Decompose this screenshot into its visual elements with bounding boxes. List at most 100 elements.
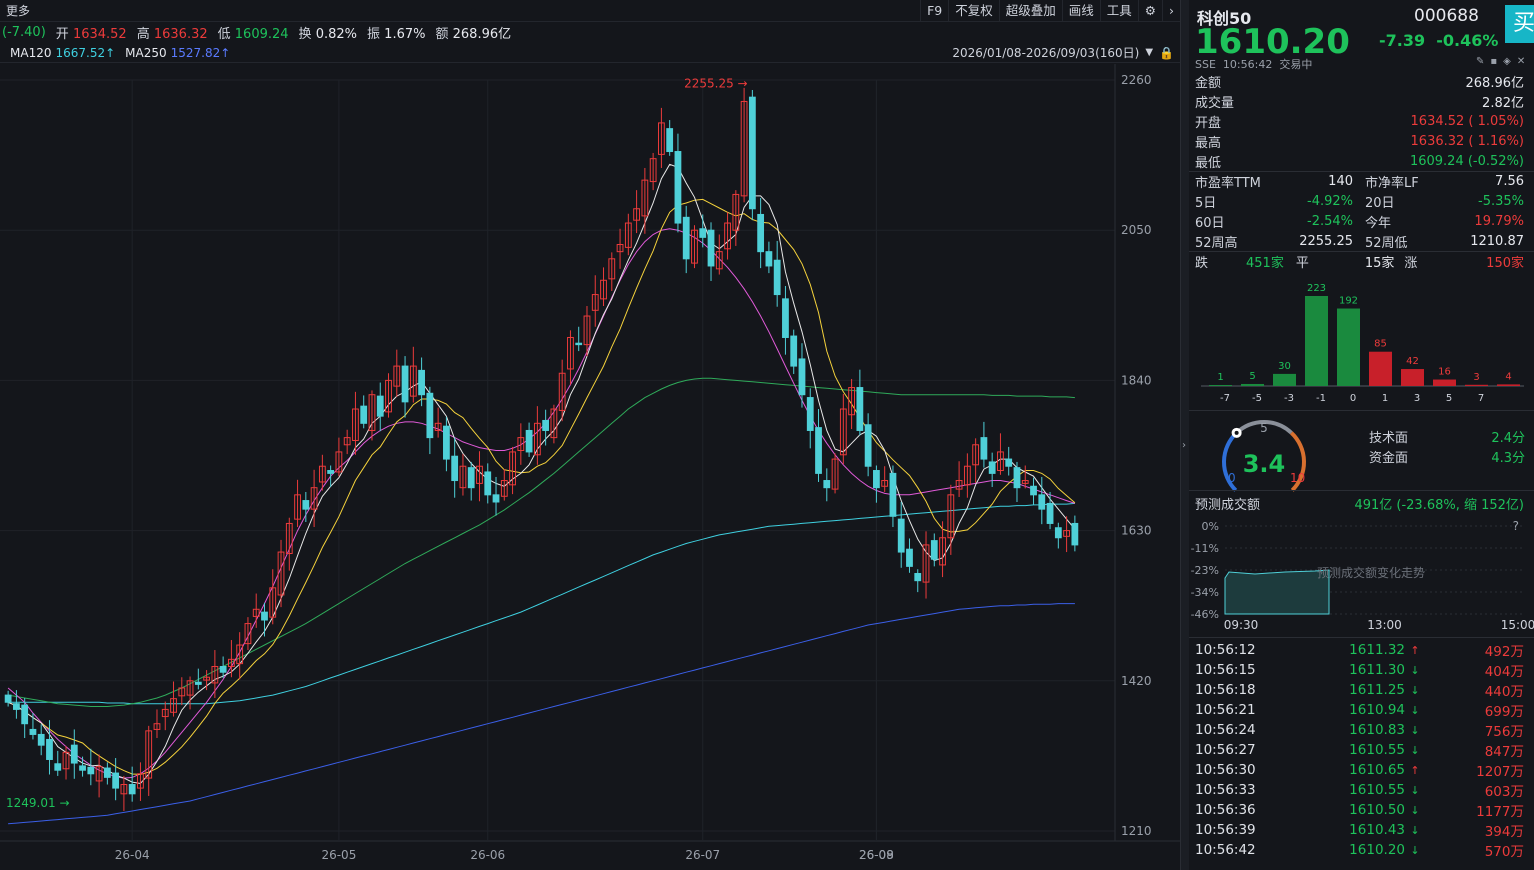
adjust-button[interactable]: 不复权	[948, 0, 999, 22]
candle-body	[13, 703, 20, 710]
candle-body	[897, 518, 905, 553]
tick-price: 1610.20	[1349, 842, 1405, 858]
candle	[658, 107, 665, 168]
forecast-y-label: 0%	[1202, 520, 1219, 533]
dist-bar	[1305, 296, 1328, 386]
rise-fall-distribution-chart: 1 5 30 223 192 85 42 16 3 4 -7 -5 -3 -1 0 1 3 5 7	[1201, 283, 1524, 404]
candle	[294, 479, 301, 528]
arrow-down-icon: ↓	[1410, 783, 1420, 797]
candle	[773, 240, 781, 307]
candle	[95, 754, 103, 798]
low-value: 1609.24	[234, 26, 289, 42]
candle-body	[856, 387, 864, 431]
candle	[873, 465, 880, 503]
candle	[930, 533, 938, 567]
candle-body	[1005, 458, 1013, 467]
dist-x-label: -3	[1284, 393, 1294, 404]
candle	[682, 205, 690, 274]
ratio-left: 市盈率TTM 140	[1195, 171, 1353, 191]
arrow-down-icon: ↓	[1410, 703, 1420, 717]
forecast-x-label: 13:00	[1367, 618, 1402, 632]
ratio-value: 140	[1328, 173, 1353, 189]
buy-button[interactable]: 买	[1505, 5, 1534, 43]
tools-button[interactable]: 工具	[1099, 0, 1138, 22]
ma5-line	[7, 163, 1076, 785]
stat-row: 成交量 2.82亿	[1195, 91, 1524, 111]
arrow-down-icon: ↓	[1410, 723, 1420, 737]
dist-x-label: 5	[1446, 393, 1452, 404]
forecast-y-label: -23%	[1191, 564, 1219, 577]
candlestick-chart[interactable]: 2260 2050 1840 1630 1420 1210 26-04 26-05 26-06 2…	[0, 64, 1180, 870]
candle	[13, 690, 20, 719]
dist-value-label: 16	[1438, 367, 1451, 378]
tick-price: 1610.43	[1349, 822, 1405, 838]
candle	[1030, 477, 1037, 505]
tick-row: 10:56:30 1610.65 ↑ 1207万	[1195, 760, 1524, 780]
dist-x-label: 7	[1478, 393, 1484, 404]
dist-value-label: 5	[1249, 371, 1255, 382]
candle	[87, 748, 95, 786]
candle	[467, 461, 475, 501]
market-breadth: 跌 451家 平 15家 涨 150家	[1195, 255, 1524, 271]
candle	[112, 758, 120, 801]
tick-volume: 492万	[1484, 644, 1524, 660]
candle	[1005, 446, 1013, 476]
candle	[194, 668, 202, 690]
panel-splitter[interactable]: ›	[1180, 0, 1189, 870]
candle	[740, 87, 748, 203]
x-tick-label: 26-06	[470, 848, 505, 862]
chevron-right-icon[interactable]: ›	[1162, 0, 1180, 22]
quote-panel: 科创50 000688 买 1610.20 -7.39 -0.46% SSE 1…	[1189, 0, 1534, 870]
dist-value-label: 3	[1473, 372, 1479, 383]
amount-label: 额	[435, 26, 449, 42]
arrow-up-icon: ↑	[1410, 643, 1420, 657]
ratio-left: 5日 -4.92%	[1195, 191, 1353, 211]
candle-body	[757, 213, 765, 253]
candle	[517, 423, 525, 465]
candle-body	[1030, 485, 1037, 496]
candle	[980, 421, 988, 468]
chevron-down-icon[interactable]: ▼	[1145, 47, 1153, 58]
tick-row: 10:56:33 1610.55 ↓ 603万	[1195, 780, 1524, 800]
candle-body	[798, 358, 806, 396]
tick-volume: 1177万	[1476, 804, 1524, 820]
stat-row: 金额 268.96亿	[1195, 71, 1524, 91]
index-code: 000688	[1414, 6, 1479, 26]
candle-body	[79, 765, 86, 771]
candle-body	[484, 471, 492, 496]
dist-bar	[1433, 379, 1456, 386]
candle-body	[806, 397, 814, 431]
candle-body	[360, 405, 368, 424]
ratio-label: 20日	[1365, 195, 1395, 211]
ratio-label: 52周高	[1195, 235, 1238, 251]
more-button[interactable]: 更多	[0, 2, 36, 19]
collapse-icon[interactable]: ›	[1182, 440, 1186, 451]
candle-body	[327, 470, 335, 474]
dist-x-label: -7	[1220, 393, 1230, 404]
x-tick-label: 26-07	[685, 848, 720, 862]
candle	[153, 709, 161, 739]
tick-row: 10:56:12 1611.32 ↑ 492万	[1195, 640, 1524, 660]
draw-button[interactable]: 画线	[1061, 0, 1100, 22]
f9-button[interactable]: F9	[920, 0, 948, 22]
candle	[972, 438, 980, 483]
kline-panel[interactable]: 更多 F9 不复权 超级叠加 画线 工具 ⚙ › (-7.40) 开 1634.…	[0, 0, 1180, 870]
candle	[443, 416, 450, 472]
lock-icon[interactable]: 🔒	[1159, 46, 1174, 60]
ratio-value: 19.79%	[1474, 213, 1524, 229]
settings-icon[interactable]: ⚙	[1137, 0, 1162, 22]
ratio-label: 市盈率TTM	[1195, 175, 1261, 191]
candle	[145, 725, 153, 796]
stat-label: 最低	[1195, 155, 1222, 171]
candle	[368, 390, 376, 441]
ma-legend: MA120 1667.52↑ MA250 1527.82↑ 2026/01/08…	[0, 43, 1180, 63]
forecast-y-label: -46%	[1191, 608, 1219, 621]
overlay-button[interactable]: 超级叠加	[998, 0, 1062, 22]
tick-price: 1611.32	[1349, 642, 1405, 658]
candle	[856, 369, 864, 436]
candle-body	[467, 467, 475, 489]
high-value: 1636.32	[153, 26, 208, 42]
candle-body	[128, 784, 136, 795]
date-range[interactable]: 2026/01/08-2026/09/03(160日)	[952, 44, 1139, 61]
panel-tools-icon[interactable]: ✎▪◈✕	[1476, 56, 1531, 67]
